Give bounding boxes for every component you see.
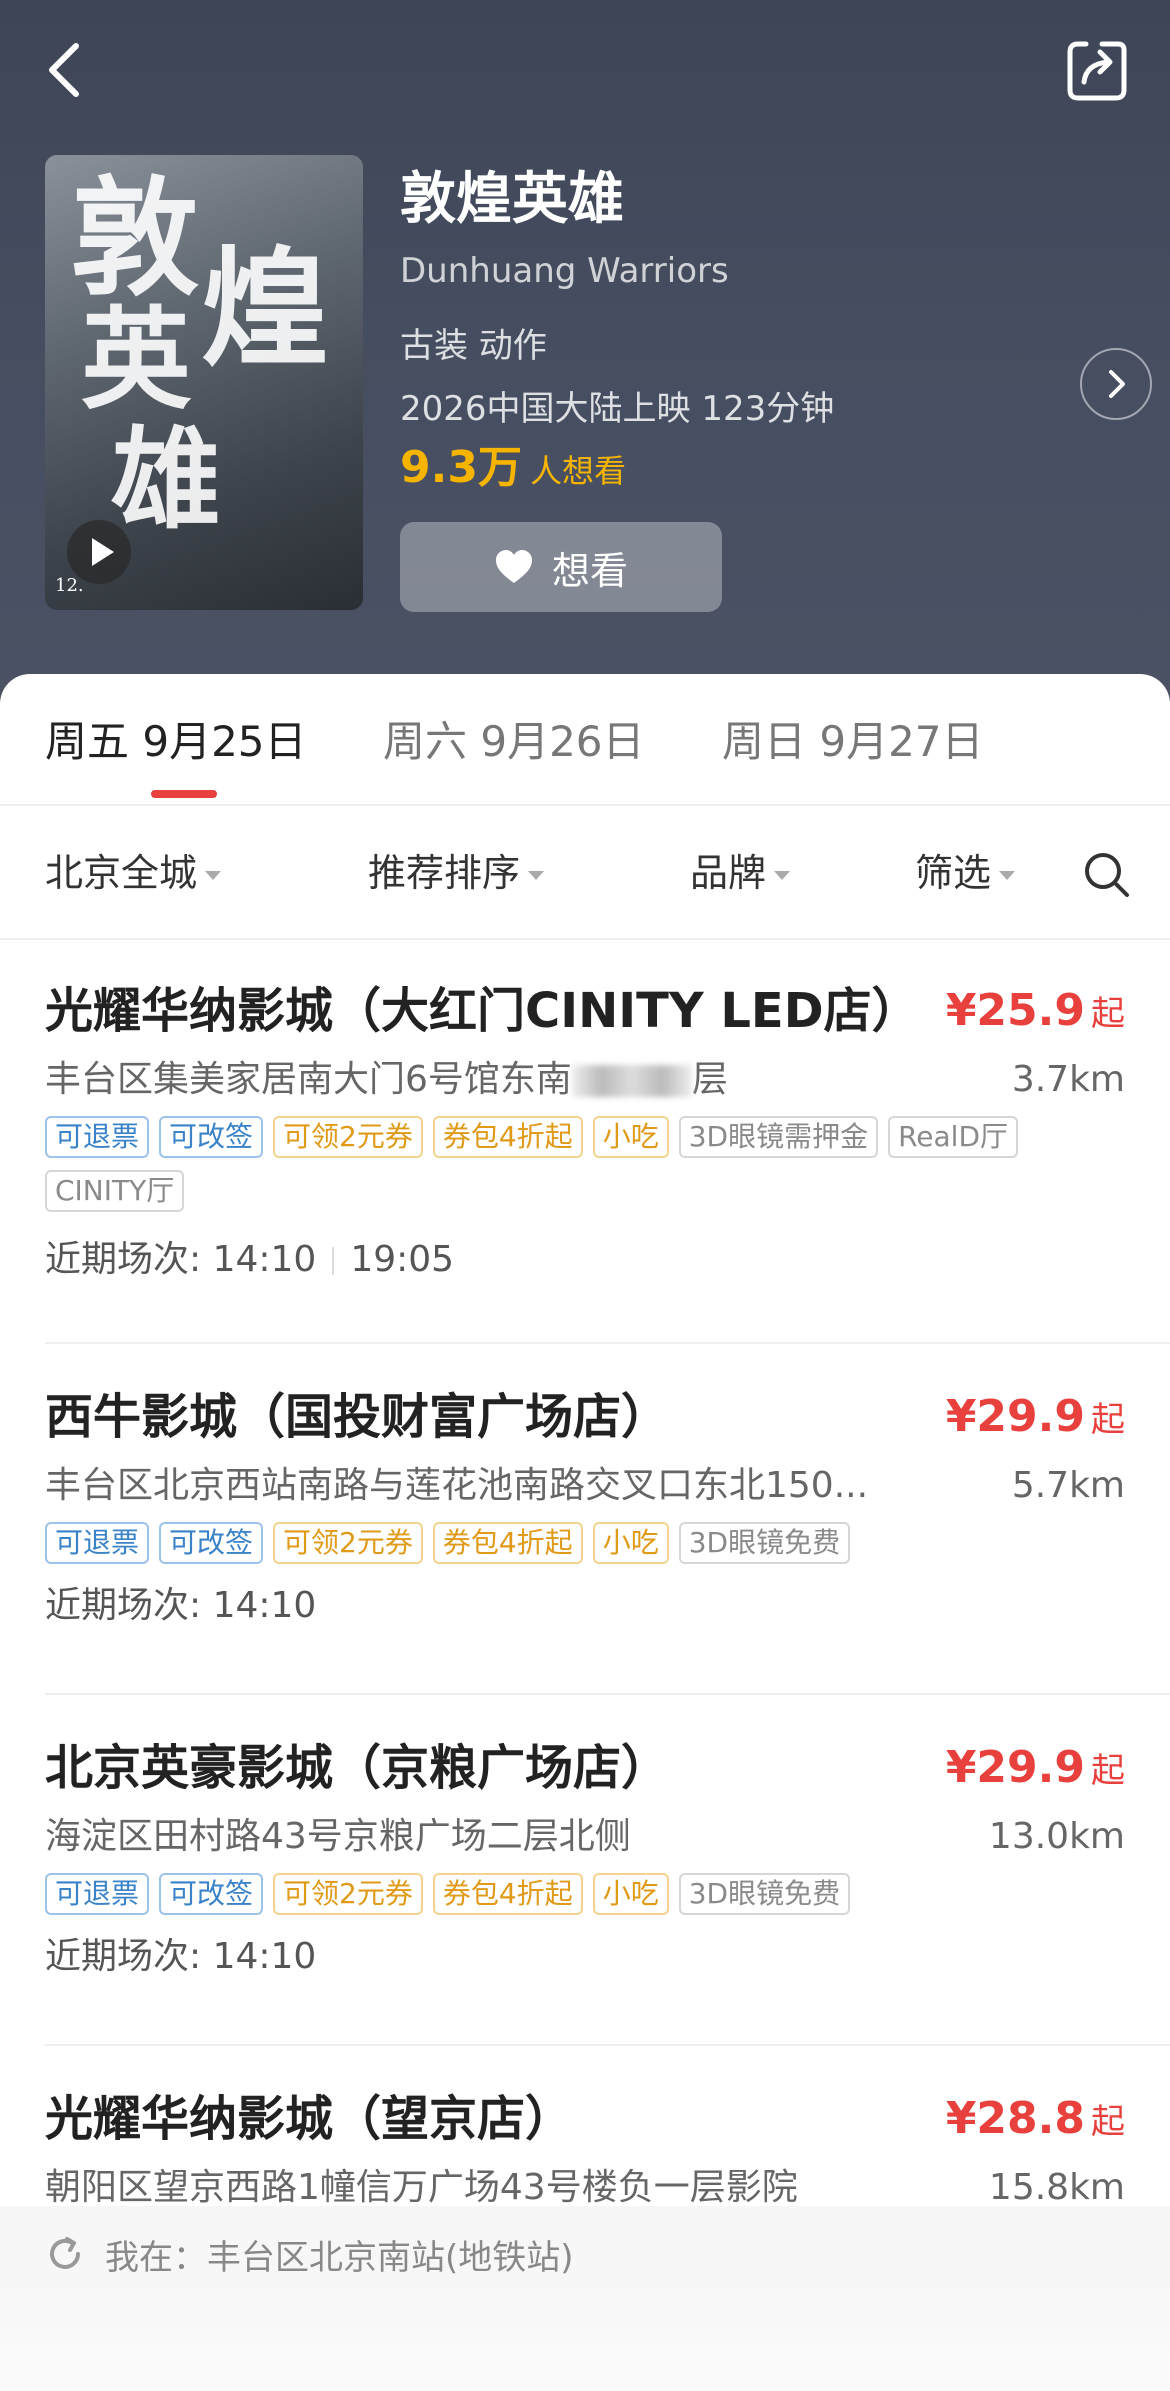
cinema-name: 北京英豪影城（京粮广场店） <box>45 1740 670 1796</box>
cinema-name: 西牛影城（国投财富广场店） <box>45 1389 670 1445</box>
cinema-tags: 可退票 可改签 可领2元券 券包4折起 小吃 3D眼镜需押金 RealD厅 CI… <box>45 1116 1105 1212</box>
city-filter[interactable]: 北京全城 <box>45 848 222 898</box>
tag: 可改签 <box>159 1116 264 1158</box>
tag: RealD厅 <box>888 1116 1019 1158</box>
cinema-showtimes: 近期场次: 14:10 <box>45 1936 317 1977</box>
tag: 可退票 <box>45 1873 150 1915</box>
cinema-showtimes: 近期场次: 14:10 <box>45 1585 317 1626</box>
cinema-address: 丰台区集美家居南大门6号馆东南层 <box>45 1059 728 1100</box>
search-button[interactable] <box>1082 850 1132 900</box>
tag: 小吃 <box>592 1873 669 1915</box>
movie-poster[interactable]: 敦 煌 英 雄 12. <box>45 155 363 610</box>
wish-count: 9.3万 人想看 <box>400 440 626 505</box>
tag: 小吃 <box>592 1522 669 1564</box>
active-tab-indicator <box>151 790 217 798</box>
cinema-distance: 15.8km <box>988 2167 1125 2208</box>
tag: 小吃 <box>592 1116 669 1158</box>
poster-calligraphy: 敦 煌 英 雄 <box>71 164 330 544</box>
cinema-address: 海淀区田村路43号京粮广场二层北侧 <box>45 1816 631 1857</box>
movie-detail-button[interactable] <box>1080 348 1152 420</box>
page: 敦 煌 英 雄 12. 敦煌英雄 Dunhuang Warriors 古装 动作… <box>0 0 1170 2391</box>
back-button[interactable] <box>40 36 90 106</box>
tab-date-0926[interactable]: 周六 9月26日 <box>383 714 645 770</box>
cinema-name: 光耀华纳影城（望京店） <box>45 2091 574 2147</box>
cinema-address: 丰台区北京西站南路与莲花池南路交叉口东北150... <box>45 1465 869 1506</box>
date-tabs: 周五 9月25日 周六 9月26日 周日 9月27日 <box>0 674 1170 806</box>
cinema-item[interactable]: 光耀华纳影城（大红门CINITY LED店） ¥25.9 起 丰台区集美家居南大门… <box>45 978 1170 1324</box>
tag: 可领2元券 <box>273 1116 423 1158</box>
cinema-address: 朝阳区望京西路1幢信万广场43号楼负一层影院 <box>45 2167 798 2208</box>
cinema-item[interactable]: 光耀华纳影城（望京店） ¥28.8 起 朝阳区望京西路1幢信万广场43号楼负一层影… <box>45 2086 1170 2226</box>
tag: 3D眼镜免费 <box>678 1522 851 1564</box>
tag: 券包4折起 <box>432 1522 583 1564</box>
more-filter[interactable]: 筛选 <box>915 848 1016 898</box>
divider <box>45 2044 1170 2046</box>
cinema-item[interactable]: 北京英豪影城（京粮广场店） ¥29.9 起 海淀区田村路43号京粮广场二层北侧 1… <box>45 1735 1170 2035</box>
current-location[interactable]: 我在：丰台区北京南站(地铁站) <box>45 2226 574 2282</box>
tag: 券包4折起 <box>432 1116 583 1158</box>
current-location-bar[interactable]: 我在：丰台区北京南站(地铁站) <box>0 2206 1170 2391</box>
divider <box>45 1342 1170 1344</box>
brand-filter[interactable]: 品牌 <box>690 848 791 898</box>
search-icon <box>1085 853 1129 897</box>
cinema-item[interactable]: 西牛影城（国投财富广场店） ¥29.9 起 丰台区北京西站南路与莲花池南路交叉口东… <box>45 1384 1170 1684</box>
cinema-tags: 可退票 可改签 可领2元券 券包4折起 小吃 3D眼镜免费 <box>45 1522 1105 1564</box>
tag: 可退票 <box>45 1522 150 1564</box>
chevron-right-icon <box>1109 370 1125 398</box>
refresh-icon <box>50 2237 80 2269</box>
city-filter-label: 北京全城 <box>45 851 198 895</box>
cinema-distance: 5.7km <box>1011 1465 1125 1506</box>
tab-date-0927[interactable]: 周日 9月27日 <box>722 714 984 770</box>
wish-count-number: 9.3万 <box>400 442 522 493</box>
tag: 可改签 <box>159 1522 264 1564</box>
brand-filter-label: 品牌 <box>690 851 767 895</box>
cinema-distance: 3.7km <box>1011 1059 1125 1100</box>
cinema-price: ¥25.9 起 <box>945 985 1125 1036</box>
sort-filter-label: 推荐排序 <box>368 851 521 895</box>
caret-down-icon <box>774 871 791 880</box>
cinema-price: ¥29.9 起 <box>945 1391 1125 1442</box>
cinema-distance: 13.0km <box>988 1816 1125 1857</box>
cinema-price: ¥28.8 起 <box>945 2093 1125 2144</box>
tag: CINITY厅 <box>45 1170 185 1212</box>
tag: 可领2元券 <box>273 1522 423 1564</box>
more-filter-label: 筛选 <box>915 851 992 895</box>
cinema-tags: 可退票 可改签 可领2元券 券包4折起 小吃 3D眼镜免费 <box>45 1873 1105 1915</box>
cinema-name: 光耀华纳影城（大红门CINITY LED店） <box>45 983 920 1039</box>
want-to-see-label: 想看 <box>551 548 628 593</box>
tag: 3D眼镜免费 <box>678 1873 851 1915</box>
sort-filter[interactable]: 推荐排序 <box>368 848 545 898</box>
cinema-showtimes: 近期场次: 14:10 19:05 <box>45 1239 455 1280</box>
caret-down-icon <box>205 871 222 880</box>
movie-genre: 古装 动作 <box>400 326 547 366</box>
heart-icon <box>495 550 532 583</box>
caret-down-icon <box>999 871 1016 880</box>
tag: 可改签 <box>159 1873 264 1915</box>
divider <box>45 1693 1170 1695</box>
movie-english-title: Dunhuang Warriors <box>400 251 729 291</box>
share-button[interactable] <box>1062 36 1132 106</box>
current-location-text: 我在：丰台区北京南站(地铁站) <box>105 2237 574 2278</box>
cinema-price: ¥29.9 起 <box>945 1742 1125 1793</box>
filter-bar: 北京全城 推荐排序 品牌 筛选 <box>0 806 1170 940</box>
tag: 券包4折起 <box>432 1873 583 1915</box>
tag: 3D眼镜需押金 <box>678 1116 879 1158</box>
movie-title: 敦煌英雄 <box>400 167 624 232</box>
movie-release-info: 2026中国大陆上映 123分钟 <box>400 389 835 429</box>
movie-header: 敦 煌 英 雄 12. 敦煌英雄 Dunhuang Warriors 古装 动作… <box>0 0 1170 720</box>
wish-count-suffix: 人想看 <box>529 452 626 490</box>
chevron-left-icon <box>49 43 79 97</box>
want-to-see-button[interactable]: 想看 <box>400 522 722 612</box>
tag: 可退票 <box>45 1116 150 1158</box>
tab-date-0925[interactable]: 周五 9月25日 <box>45 714 307 770</box>
tag: 可领2元券 <box>273 1873 423 1915</box>
caret-down-icon <box>528 871 545 880</box>
poster-tag: 12. <box>55 575 84 596</box>
time-separator <box>332 1247 335 1275</box>
address-redacted <box>571 1065 692 1097</box>
share-icon <box>1067 41 1127 101</box>
